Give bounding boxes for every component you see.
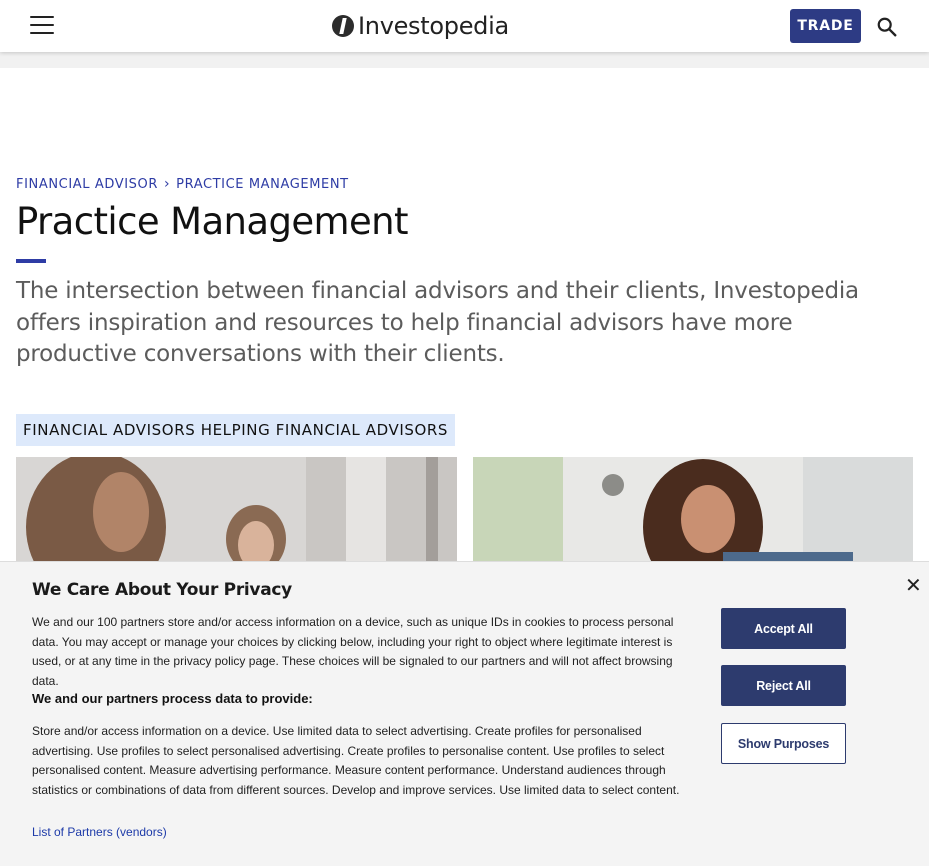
site-header: Investopedia TRADE xyxy=(0,0,929,52)
search-icon[interactable] xyxy=(876,16,898,38)
page-intro: The intersection between financial advis… xyxy=(16,278,859,367)
article-image-stressed-woman[interactable] xyxy=(473,457,913,567)
privacy-heading: We Care About Your Privacy xyxy=(32,580,292,600)
chevron-right-icon: › xyxy=(163,176,171,192)
privacy-purposes: Store and/or access information on a dev… xyxy=(32,724,680,797)
logo-text: Investopedia xyxy=(358,12,509,40)
accept-all-button[interactable]: Accept All xyxy=(721,608,846,649)
privacy-consent-panel: We Care About Your Privacy ✕ We and our … xyxy=(0,561,929,866)
menu-icon[interactable] xyxy=(30,16,54,36)
section-tag[interactable]: FINANCIAL ADVISORS HELPING FINANCIAL ADV… xyxy=(16,414,456,446)
breadcrumb: FINANCIAL ADVISOR › PRACTICE MANAGEMENT xyxy=(16,176,349,192)
show-purposes-button[interactable]: Show Purposes xyxy=(721,723,846,764)
article-image-meeting[interactable] xyxy=(16,457,457,567)
trade-button[interactable]: TRADE xyxy=(790,9,861,43)
title-underline xyxy=(16,259,46,263)
breadcrumb-item-financial-advisor[interactable]: FINANCIAL ADVISOR xyxy=(16,177,158,192)
partners-link[interactable]: List of Partners (vendors) xyxy=(32,825,167,839)
reject-all-button[interactable]: Reject All xyxy=(721,665,846,706)
page-title: Practice Management xyxy=(16,200,408,243)
logo-icon xyxy=(332,15,354,37)
close-icon[interactable]: ✕ xyxy=(905,576,922,596)
site-logo[interactable]: Investopedia xyxy=(332,10,509,42)
privacy-body: We and our 100 partners store and/or acc… xyxy=(32,615,674,688)
ad-placeholder-strip xyxy=(0,52,929,68)
breadcrumb-item-practice-management[interactable]: PRACTICE MANAGEMENT xyxy=(176,177,349,192)
privacy-sub-heading: We and our partners process data to prov… xyxy=(32,691,313,706)
